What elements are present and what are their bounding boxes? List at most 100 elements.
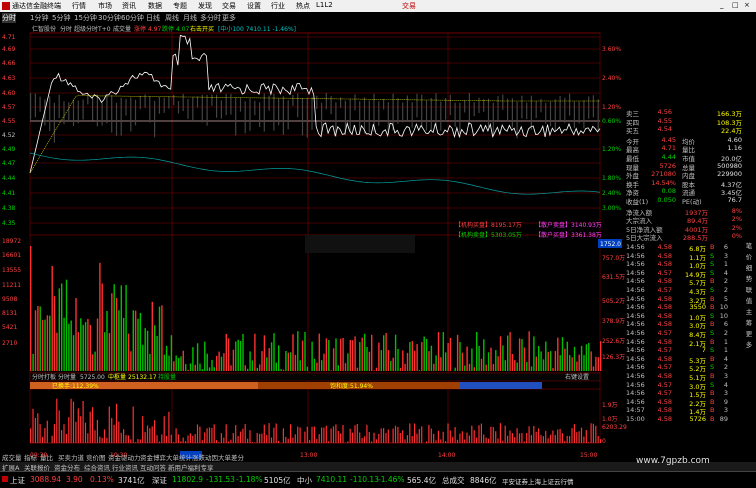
- tab-intraday[interactable]: 分时: [2, 13, 16, 23]
- sidebar-item-8[interactable]: 更: [742, 328, 756, 339]
- money-bar: [264, 425, 265, 443]
- money-bar: [109, 407, 110, 444]
- sidebar-item-0[interactable]: 笔: [742, 240, 756, 251]
- mid-right-settings[interactable]: 右键设置: [565, 373, 589, 381]
- sidebar-item-6[interactable]: 主: [742, 306, 756, 317]
- tab2-volratio[interactable]: 量比: [40, 452, 53, 462]
- zx-label[interactable]: 中小: [297, 475, 312, 486]
- money-bar: [290, 424, 291, 443]
- money-bar: [197, 424, 198, 443]
- volume-bar: [37, 306, 38, 371]
- tab2-fund-drive[interactable]: 资金驱动力: [108, 452, 141, 462]
- tick-price: 4.58: [658, 372, 672, 380]
- money-bar: [373, 433, 374, 443]
- tab2-indicator[interactable]: 指标: [24, 452, 37, 462]
- volume-bar: [333, 348, 334, 371]
- mid-label-1: 分时打板: [32, 373, 56, 381]
- money-bar: [161, 434, 162, 443]
- menu-item-hotspot[interactable]: 热点: [296, 1, 310, 11]
- tab-monthly[interactable]: 月线: [183, 13, 197, 23]
- money-bar: [502, 441, 503, 443]
- volume-bar: [202, 369, 203, 371]
- menu-item-topics[interactable]: 专题: [173, 1, 187, 11]
- menu-item-quotes[interactable]: 行情: [72, 1, 86, 11]
- tab2-power[interactable]: 买卖力道: [58, 452, 84, 462]
- money-bar: [359, 433, 360, 444]
- money-bar: [600, 439, 601, 443]
- close-button[interactable]: ×: [744, 1, 750, 9]
- tab2-reason[interactable]: 涨跌动因: [192, 452, 218, 462]
- tick-side: B: [710, 320, 714, 328]
- tab2-auction[interactable]: 竞价图: [86, 452, 106, 462]
- money-bar: [362, 438, 363, 443]
- tick-side: S: [710, 381, 714, 389]
- volume-bar: [433, 364, 434, 371]
- tab2-vol[interactable]: 成交量: [2, 452, 22, 462]
- money-bar: [147, 426, 148, 444]
- tab-multi-intraday[interactable]: 多分时: [200, 13, 221, 23]
- sz-label[interactable]: 深证: [152, 475, 167, 486]
- volume-bar: [185, 364, 186, 371]
- tab-more[interactable]: 更多: [222, 13, 236, 23]
- volume-bar: [426, 339, 427, 371]
- menu-item-market[interactable]: 市场: [98, 1, 112, 11]
- menu-item-data[interactable]: 数据: [148, 1, 162, 11]
- reset-label[interactable]: 右击开买: [190, 25, 214, 33]
- tab-5min[interactable]: 5分钟: [52, 13, 70, 23]
- band-bar: [97, 95, 98, 127]
- tab2-bigdiff[interactable]: 大单差分: [218, 452, 244, 462]
- money-bar: [383, 428, 384, 443]
- tab-60min[interactable]: 60分钟: [121, 13, 144, 23]
- menu-item-news[interactable]: 资讯: [122, 1, 136, 11]
- sidebar-item-1[interactable]: 价: [742, 251, 756, 262]
- volume-bar: [109, 333, 110, 371]
- sidebar-item-5[interactable]: 值: [742, 295, 756, 306]
- band-bar: [83, 100, 84, 120]
- tab-1min[interactable]: 1分钟: [30, 13, 48, 23]
- sidebar-item-4[interactable]: 联: [742, 284, 756, 295]
- sidebar-item-9[interactable]: 多: [742, 339, 756, 350]
- band-bar: [474, 102, 475, 116]
- volume-bar: [424, 337, 425, 372]
- menu-item-industry[interactable]: 行业: [271, 1, 285, 11]
- tick-time: 14:56: [626, 277, 645, 285]
- tick-price: 4.58: [658, 303, 672, 311]
- volume-tick: 8131: [2, 310, 17, 317]
- minimize-button[interactable]: _: [720, 1, 724, 9]
- tab-15min[interactable]: 15分钟: [74, 13, 97, 23]
- sidebar-item-3[interactable]: 势: [742, 273, 756, 284]
- volume-bar: [560, 355, 561, 371]
- money-bar: [187, 436, 188, 444]
- trade-button[interactable]: 交易: [402, 1, 416, 11]
- money-bar: [443, 432, 444, 443]
- tab2-fund-game[interactable]: 资金博弈: [140, 452, 166, 462]
- money-bar: [216, 440, 217, 443]
- sidebar-item-2[interactable]: 细: [742, 262, 756, 273]
- volume-bar: [569, 355, 570, 371]
- price-tick: 4.69: [2, 46, 16, 53]
- volume-bar: [505, 360, 506, 371]
- index-line: [30, 153, 600, 194]
- sh-label[interactable]: 上证: [10, 475, 25, 486]
- volume-bar: [412, 341, 413, 371]
- price-tick: 4.35: [2, 220, 16, 227]
- tab2-bigorder[interactable]: 大单统计: [166, 452, 192, 462]
- tab-30min[interactable]: 30分钟: [98, 13, 121, 23]
- money-bar: [576, 432, 577, 443]
- menu-item-trade[interactable]: 交易: [222, 1, 236, 11]
- band-bar: [240, 97, 241, 111]
- zx-pct: -1.46%: [378, 475, 405, 484]
- menu-item-l1l2[interactable]: L1L2: [316, 1, 333, 9]
- menu-item-discover[interactable]: 发现: [198, 1, 212, 11]
- tick-row: 14:564.574.3万S2: [624, 286, 742, 294]
- money-bar: [579, 431, 580, 443]
- volume-bar: [328, 340, 329, 371]
- tab-weekly[interactable]: 周线: [165, 13, 179, 23]
- maximize-button[interactable]: □: [732, 1, 739, 9]
- tick-time: 14:56: [626, 320, 645, 328]
- volume-bar: [209, 367, 210, 371]
- volume-bar: [61, 284, 62, 372]
- menu-item-settings[interactable]: 设置: [247, 1, 261, 11]
- sidebar-item-7[interactable]: 筹: [742, 317, 756, 328]
- tab-daily[interactable]: 日线: [146, 13, 160, 23]
